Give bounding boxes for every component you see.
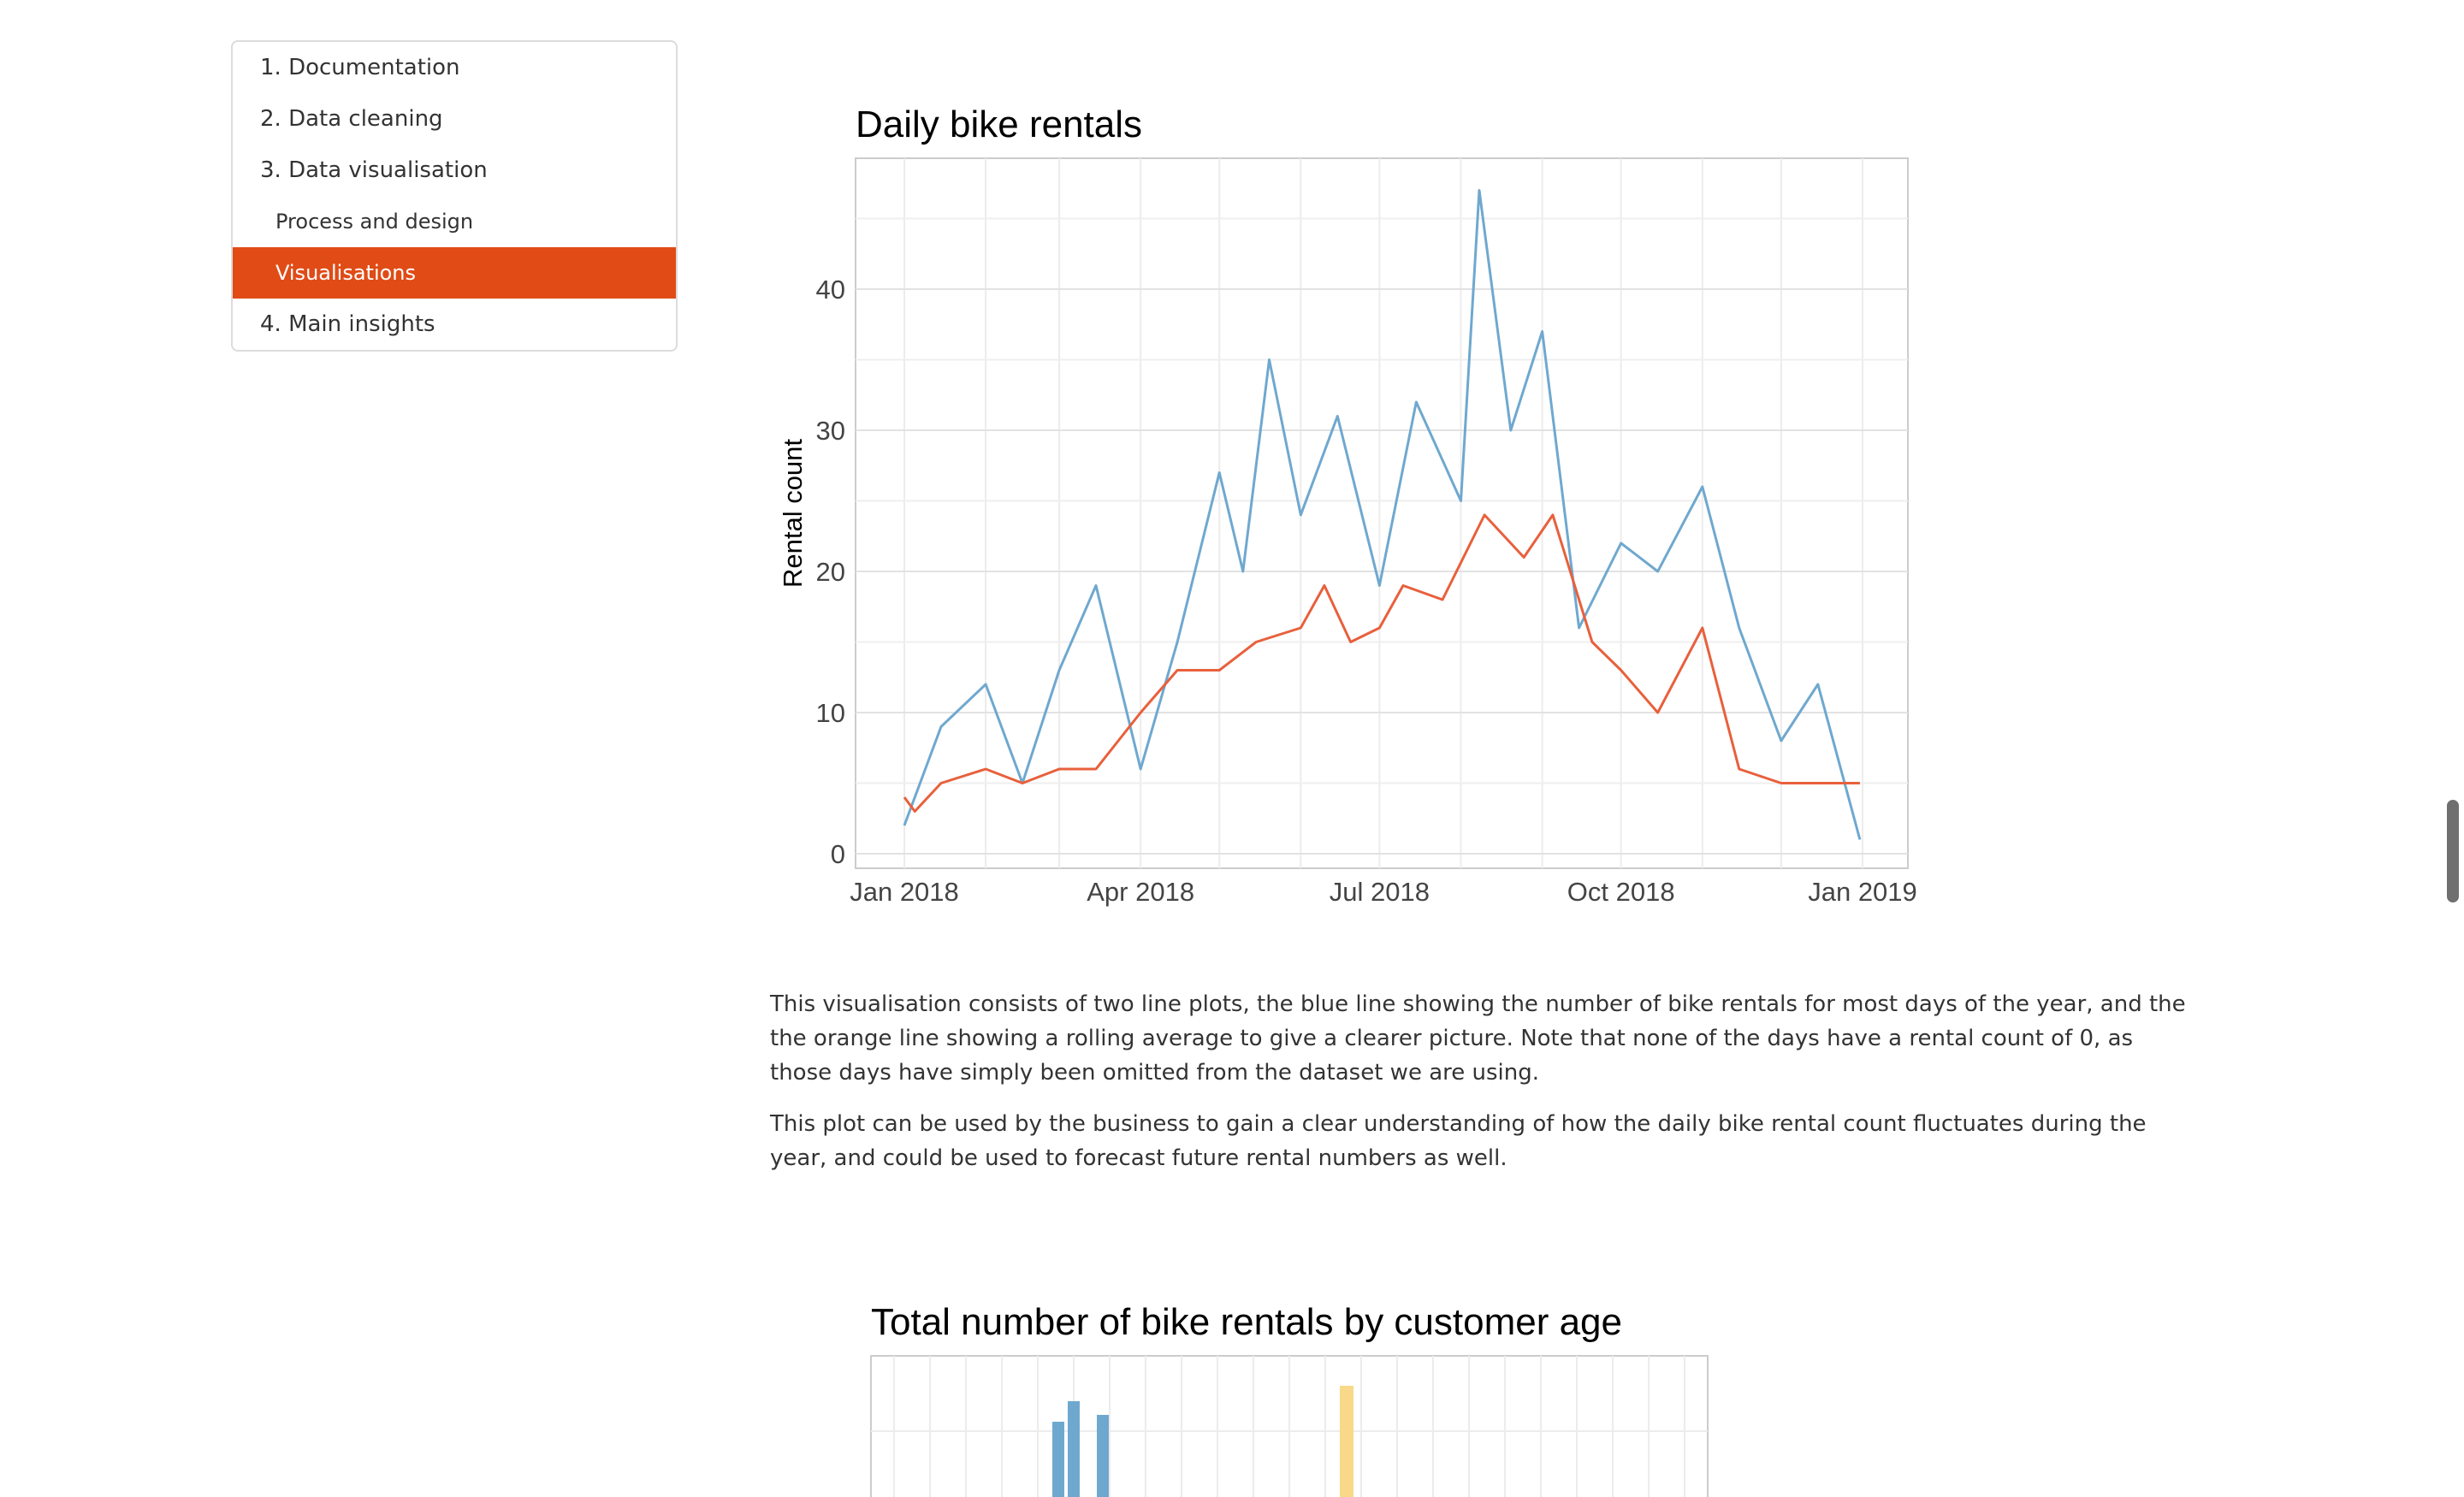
x-tick-label: Apr 2018 [1087,877,1194,907]
chart2-title: Total number of bike rentals by customer… [871,1301,1622,1343]
description-paragraph-1: This visualisation consists of two line … [770,991,2186,1086]
description-paragraph-2: This plot can be used by the business to… [770,1111,2147,1171]
chart2-bar [1052,1422,1064,1497]
y-tick-label: 40 [816,275,845,305]
x-tick-labels: Jan 2018 Apr 2018 Jul 2018 Oct 2018 Jan 2019 [850,877,1917,907]
y-tick-label: 0 [831,839,845,869]
chart2-bar [1097,1415,1109,1497]
chart2-bar [1340,1386,1353,1497]
chart2-bar [1068,1401,1080,1497]
scrollbar-thumb[interactable] [2447,800,2459,902]
y-tick-label: 30 [816,416,845,446]
chart-title: Daily bike rentals [856,104,1142,145]
x-tick-label: Jan 2019 [1808,877,1917,907]
x-tick-label: Jul 2018 [1330,877,1430,907]
x-tick-label: Jan 2018 [850,877,959,907]
daily-bike-rentals-chart: Daily bike rentals 0 10 20 30 40 Jan 2018 Apr… [778,104,1917,1497]
y-tick-label: 20 [816,557,845,587]
y-axis-label: Rental count [778,439,808,588]
y-tick-label: 10 [816,698,845,728]
x-tick-label: Oct 2018 [1567,877,1675,907]
y-tick-labels: 0 10 20 30 40 [816,275,845,869]
